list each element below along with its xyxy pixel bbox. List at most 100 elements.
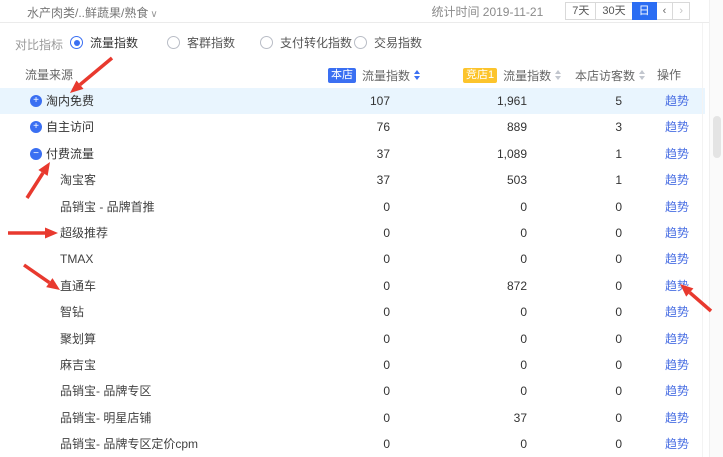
- date-range-button-group: 7天 30天 日 ‹ ›: [565, 2, 690, 20]
- shop-metric-label: 流量指数: [362, 67, 410, 84]
- traffic-source-label: 付费流量: [46, 141, 94, 167]
- compare-metric-filter: 对比指标 流量指数 客群指数 支付转化指数 交易指数: [0, 33, 723, 53]
- metric-option-label: 流量指数: [90, 34, 138, 51]
- trend-link[interactable]: 趋势: [659, 114, 695, 140]
- table-row[interactable]: 直通车08720趋势: [0, 273, 705, 299]
- competitor-index-value: 0: [420, 378, 527, 404]
- shop-visitors-value: 1: [540, 167, 622, 193]
- shop-index-value: 107: [290, 88, 390, 114]
- analytics-page: 水产肉类/..鲜蔬果/熟食∨ 统计时间 2019-11-21 7天 30天 日 …: [0, 0, 723, 457]
- competitor-index-value: 0: [420, 352, 527, 378]
- shop-visitors-value: 0: [540, 246, 622, 272]
- competitor-index-value: 1,089: [420, 141, 527, 167]
- shop-visitors-value: 0: [540, 352, 622, 378]
- table-row[interactable]: 品销宝- 明星店铺0370趋势: [0, 405, 705, 431]
- range-30d-button[interactable]: 30天: [595, 2, 632, 20]
- collapse-icon[interactable]: [30, 148, 42, 160]
- category-breadcrumb: 水产肉类/..鲜蔬果/熟食: [27, 6, 148, 20]
- competitor-index-value: 872: [420, 273, 527, 299]
- table-row[interactable]: 品销宝- 品牌专区定价cpm000趋势: [0, 431, 705, 457]
- traffic-source-label: 品销宝- 品牌专区: [60, 378, 151, 404]
- table-row[interactable]: 自主访问768893趋势: [0, 114, 705, 140]
- competitor-index-value: 0: [420, 194, 527, 220]
- source-column-header: 流量来源: [25, 62, 73, 88]
- sort-icon[interactable]: [555, 70, 561, 80]
- trend-link[interactable]: 趋势: [659, 88, 695, 114]
- trend-link[interactable]: 趋势: [659, 246, 695, 272]
- table-row[interactable]: 聚划算000趋势: [0, 326, 705, 352]
- competitor-index-value: 0: [420, 326, 527, 352]
- trend-link[interactable]: 趋势: [659, 141, 695, 167]
- competitor-index-value: 889: [420, 114, 527, 140]
- traffic-source-label: 淘宝客: [60, 167, 96, 193]
- expand-icon[interactable]: [30, 121, 42, 133]
- shop-index-value: 0: [290, 246, 390, 272]
- table-row[interactable]: 麻吉宝000趋势: [0, 352, 705, 378]
- table-row[interactable]: 淘内免费1071,9615趋势: [0, 88, 705, 114]
- trend-link[interactable]: 趋势: [659, 326, 695, 352]
- category-selector[interactable]: 水产肉类/..鲜蔬果/熟食∨: [27, 4, 158, 21]
- shop-visitors-value: 0: [540, 299, 622, 325]
- traffic-source-label: 直通车: [60, 273, 96, 299]
- metric-option-traffic[interactable]: 流量指数: [70, 34, 138, 51]
- trend-link[interactable]: 趋势: [659, 194, 695, 220]
- prev-day-button[interactable]: ‹: [656, 2, 674, 20]
- shop-index-value: 0: [290, 326, 390, 352]
- next-day-button[interactable]: ›: [672, 2, 690, 20]
- metric-option-customers[interactable]: 客群指数: [167, 34, 235, 51]
- range-day-button[interactable]: 日: [632, 2, 657, 20]
- table-row[interactable]: 智钻000趋势: [0, 299, 705, 325]
- traffic-source-label: 淘内免费: [46, 88, 94, 114]
- range-7d-button[interactable]: 7天: [565, 2, 596, 20]
- radio-icon: [354, 36, 367, 49]
- traffic-source-label: 麻吉宝: [60, 352, 96, 378]
- shop-visitors-value: 1: [540, 141, 622, 167]
- table-row[interactable]: 付费流量 37 1,089 1 趋势: [0, 141, 705, 167]
- traffic-source-label: 超级推荐: [60, 220, 108, 246]
- vertical-scrollbar[interactable]: [709, 0, 723, 457]
- trend-link[interactable]: 趋势: [659, 299, 695, 325]
- table-row[interactable]: 品销宝 - 品牌首推000趋势: [0, 194, 705, 220]
- competitor-index-value: 0: [420, 299, 527, 325]
- metric-option-label: 支付转化指数: [280, 34, 352, 51]
- table-row[interactable]: 超级推荐000趋势: [0, 220, 705, 246]
- traffic-source-label: 品销宝- 明星店铺: [60, 405, 151, 431]
- trend-link[interactable]: 趋势: [659, 167, 695, 193]
- sort-icon[interactable]: [639, 70, 645, 80]
- action-column-header: 操作: [657, 62, 681, 88]
- competitor-index-value: 0: [420, 431, 527, 457]
- stat-time-label: 统计时间 2019-11-21: [431, 3, 543, 20]
- trend-link[interactable]: 趋势: [659, 431, 695, 457]
- table-row[interactable]: 品销宝- 品牌专区000趋势: [0, 378, 705, 404]
- visitors-column-header[interactable]: 本店访客数: [575, 62, 645, 88]
- competitor-index-column-header[interactable]: 竞店1 流量指数: [463, 62, 561, 88]
- shop-index-value: 0: [290, 299, 390, 325]
- top-bar: 水产肉类/..鲜蔬果/熟食∨ 统计时间 2019-11-21 7天 30天 日 …: [0, 0, 723, 23]
- shop-index-value: 0: [290, 431, 390, 457]
- trend-link[interactable]: 趋势: [659, 405, 695, 431]
- filter-label: 对比指标: [15, 36, 63, 53]
- table-row[interactable]: TMAX000趋势: [0, 246, 705, 272]
- metric-option-label: 交易指数: [374, 34, 422, 51]
- expand-icon[interactable]: [30, 95, 42, 107]
- scrollbar-thumb[interactable]: [713, 116, 721, 158]
- shop-index-value: 0: [290, 378, 390, 404]
- trend-link[interactable]: 趋势: [659, 220, 695, 246]
- trend-link[interactable]: 趋势: [659, 273, 695, 299]
- shop-visitors-value: 0: [540, 431, 622, 457]
- shop-index-value: 0: [290, 220, 390, 246]
- metric-option-conversion[interactable]: 支付转化指数: [260, 34, 352, 51]
- shop-index-column-header[interactable]: 本店 流量指数: [328, 62, 420, 88]
- competitor-index-value: 1,961: [420, 88, 527, 114]
- shop-index-value: 0: [290, 352, 390, 378]
- trend-link[interactable]: 趋势: [659, 352, 695, 378]
- chevron-down-icon: ∨: [150, 9, 157, 20]
- table-body: 淘内免费1071,9615趋势自主访问768893趋势付费流量371,0891趋…: [0, 88, 705, 457]
- metric-option-transaction[interactable]: 交易指数: [354, 34, 422, 51]
- sort-icon[interactable]: [414, 70, 420, 80]
- radio-icon: [167, 36, 180, 49]
- shop-index-value: 37: [290, 141, 390, 167]
- competitor-index-value: 37: [420, 405, 527, 431]
- trend-link[interactable]: 趋势: [659, 378, 695, 404]
- table-row[interactable]: 淘宝客375031趋势: [0, 167, 705, 193]
